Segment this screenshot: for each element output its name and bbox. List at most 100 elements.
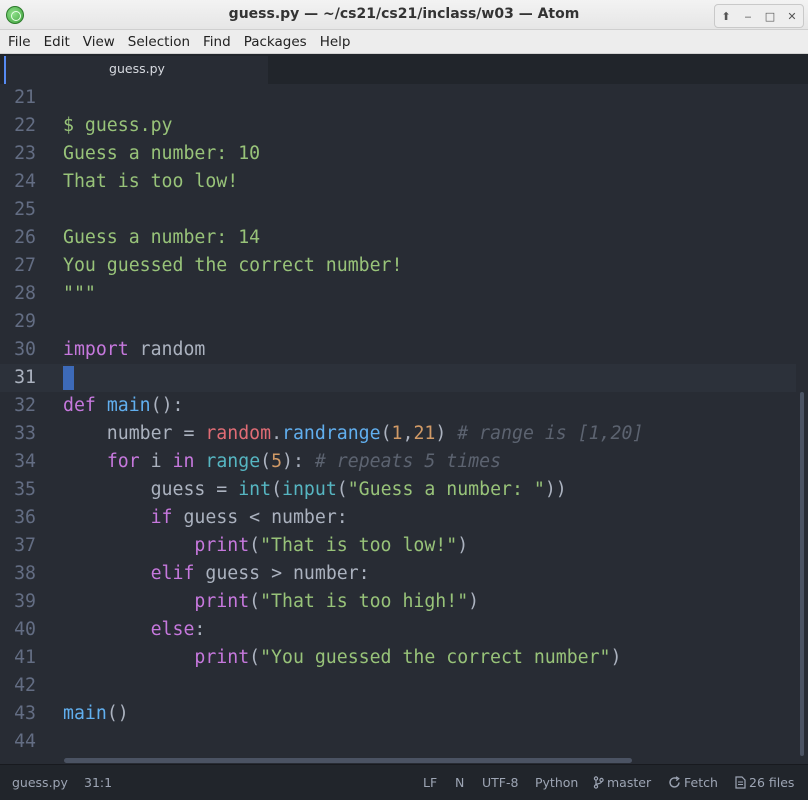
code-line[interactable]: 32 def main(): [0,392,796,420]
vertical-scrollbar[interactable] [800,392,804,756]
code-line[interactable]: 41 print("You guessed the correct number… [0,644,796,672]
code-token: if [150,507,173,528]
code-text: if guess < number: [63,504,348,532]
code-line[interactable]: 39 print("That is too high!") [0,588,796,616]
code-token: $ guess.py [63,115,173,136]
menu-view[interactable]: View [78,34,120,50]
keep-above-button[interactable]: ⬆ [715,5,737,27]
status-files-label: 26 files [749,775,795,790]
code-line[interactable]: 24 That is too low! [0,168,796,196]
code-line[interactable]: 30 import random [0,336,796,364]
code-token: () [106,703,129,724]
code-text: elif guess > number: [63,560,370,588]
text-cursor [63,366,74,390]
status-line-ending[interactable]: LF [423,775,437,790]
code-token: : [194,619,206,640]
status-fetch[interactable]: Fetch [668,775,718,790]
code-line[interactable]: 37 print("That is too low!") [0,532,796,560]
code-line[interactable]: 26 Guess a number: 14 [0,224,796,252]
code-token: guess > number: [194,563,370,584]
code-editor[interactable]: 44 43 main() 42 41 print("You guessed the co… [0,84,808,764]
status-encoding[interactable]: UTF-8 [482,775,518,790]
code-token: , [402,423,414,444]
status-grammar[interactable]: Python [535,775,578,790]
status-branch[interactable]: master [593,775,651,790]
code-line[interactable]: 40 else: [0,616,796,644]
horizontal-scrollbar[interactable] [64,758,632,763]
code-token: You guessed the correct number! [63,255,403,276]
code-line[interactable]: 34 for i in range(5): # repeats 5 times [0,448,796,476]
code-text: You guessed the correct number! [63,252,402,280]
code-token: )) [544,479,567,500]
code-text: print("That is too high!") [63,588,479,616]
git-branch-icon [593,776,604,789]
menu-bar: File Edit View Selection Find Packages H… [0,30,808,54]
status-files[interactable]: 26 files [735,775,794,790]
menu-help[interactable]: Help [315,34,356,50]
code-line[interactable]: 44 [0,728,796,756]
code-token: ( [336,479,348,500]
menu-file[interactable]: File [3,34,36,50]
code-line[interactable]: 28 """ [0,280,796,308]
code-text: for i in range(5): # repeats 5 times [63,448,501,476]
menu-packages[interactable]: Packages [239,34,312,50]
menu-selection[interactable]: Selection [123,34,195,50]
line-number: 36 [14,507,36,528]
code-line[interactable]: 29 [0,308,796,336]
minimize-button[interactable]: ‒ [737,5,759,27]
code-token: 5 [271,451,283,472]
code-text: guess = int(input("Guess a number: ")) [63,476,567,504]
line-number: 43 [14,703,36,724]
code-token: "That is too high!" [260,591,469,612]
tab-guess-py[interactable]: guess.py [4,56,268,84]
code-token: int [238,479,272,500]
code-token: print [194,591,250,612]
code-line[interactable]: 27 You guessed the correct number! [0,252,796,280]
code-token: input [282,479,337,500]
code-token: main [63,703,107,724]
line-number: 40 [14,619,36,640]
line-number: 29 [14,311,36,332]
code-line[interactable]: 42 [0,672,796,700]
maximize-button[interactable]: □ [759,5,781,27]
code-token: randrange [282,423,381,444]
status-n-indicator[interactable]: N [455,775,464,790]
code-text: print("You guessed the correct number") [63,644,621,672]
code-token: 21 [413,423,436,444]
code-text: number = random.randrange(1,21) # range … [63,420,644,448]
menu-find[interactable]: Find [198,34,236,50]
code-line[interactable]: 36 if guess < number: [0,504,796,532]
code-line[interactable]: 31 [0,364,796,392]
line-number: 25 [14,199,36,220]
code-token: ) [457,535,469,556]
file-icon [735,776,746,789]
status-file-name[interactable]: guess.py [12,775,68,790]
close-button[interactable]: ✕ [781,5,803,27]
line-number: 23 [14,143,36,164]
code-text: print("That is too low!") [63,532,468,560]
code-line[interactable]: 21 [0,84,796,112]
code-text: def main(): [63,392,183,420]
code-token: Guess a number: 10 [63,143,261,164]
code-line[interactable]: 23 Guess a number: 10 [0,140,796,168]
menu-edit[interactable]: Edit [39,34,75,50]
code-line[interactable]: 33 number = random.randrange(1,21) # ran… [0,420,796,448]
line-number: 24 [14,171,36,192]
code-token: 1 [391,423,403,444]
line-number: 34 [14,451,36,472]
code-token: """ [63,283,96,304]
code-line[interactable]: 35 guess = int(input("Guess a number: ")… [0,476,796,504]
code-token: # repeats 5 times [314,451,502,472]
code-line[interactable]: 22 $ guess.py [0,112,796,140]
window-title: guess.py — ~/cs21/cs21/inclass/w03 — Ato… [228,6,580,22]
code-line[interactable]: 25 [0,196,796,224]
code-token: . [271,423,283,444]
status-cursor-position[interactable]: 31:1 [84,775,112,790]
code-line[interactable]: 38 elif guess > number: [0,560,796,588]
code-line[interactable]: 43 main() [0,700,796,728]
